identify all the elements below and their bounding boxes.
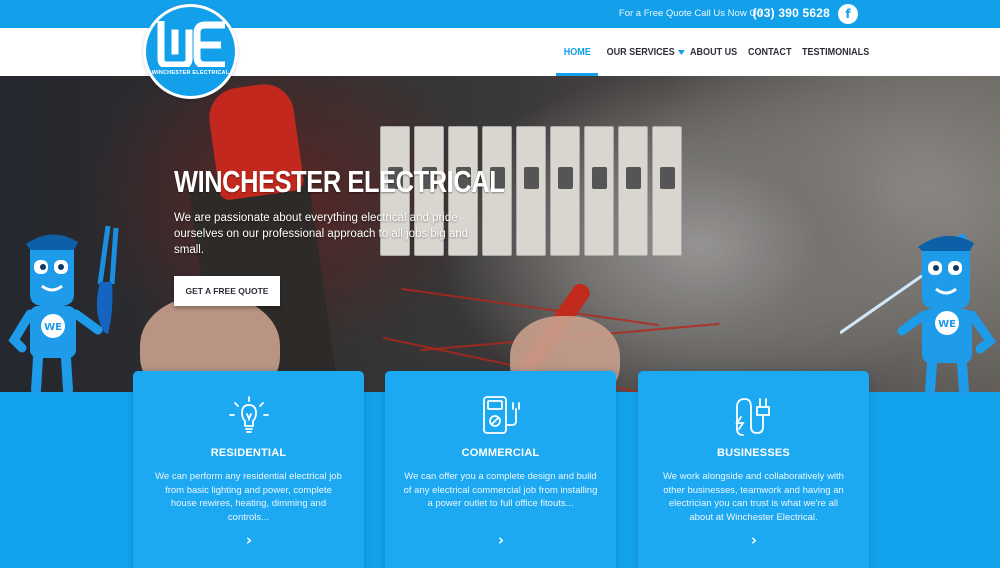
service-card-residential[interactable]: RESIDENTIAL We can perform any residenti… [133, 371, 364, 568]
multimeter-icon [483, 396, 520, 434]
chevron-right-icon[interactable]: › [491, 531, 511, 549]
breaker-image [652, 126, 682, 256]
card-title: RESIDENTIAL [210, 447, 287, 459]
nav-contact[interactable]: CONTACT [748, 28, 794, 76]
electrician-mascot-right-icon: WE [840, 234, 997, 395]
service-card-businesses[interactable]: BUSINESSES We work alongside and collabo… [638, 371, 869, 568]
we-logo-mark-icon [157, 21, 225, 67]
nav-testimonials[interactable]: TESTIMONIALS [802, 28, 869, 76]
svg-text:WE: WE [44, 322, 62, 333]
quote-call-text: For a Free Quote Call Us Now On [618, 8, 762, 19]
top-bar: For a Free Quote Call Us Now On (03) 390… [0, 0, 1000, 28]
chevron-down-icon [678, 49, 686, 55]
card-title: BUSINESSES [717, 447, 790, 459]
card-description: We can offer you a complete design and b… [403, 471, 598, 509]
nav-home[interactable]: HOME [556, 28, 592, 76]
card-description: We work alongside and collaboratively wi… [663, 471, 844, 523]
hero-content: WINCHESTER ELECTRICAL We are passionate … [174, 164, 577, 306]
phone-number-link[interactable]: (03) 390 5628 [753, 6, 830, 20]
electrician-mascot-left-icon: WE [8, 225, 119, 394]
site-logo[interactable]: WINCHESTER ELECTRICAL [143, 4, 238, 99]
chevron-right-icon[interactable]: › [239, 531, 259, 549]
lightbulb-icon [229, 396, 269, 433]
nav-contact-label: CONTACT [748, 46, 792, 58]
svg-text:WE: WE [938, 319, 956, 330]
plug-icon [735, 398, 770, 436]
nav-testimonials-label: TESTIMONIALS [802, 46, 870, 58]
card-description: We can perform any residential electrica… [155, 471, 342, 523]
service-card-commercial[interactable]: COMMERCIAL We can offer you a complete d… [385, 371, 616, 568]
logo-tagline: WINCHESTER ELECTRICAL [151, 70, 230, 76]
main-nav: HOME OUR SERVICES ABOUT US CONTACT TESTI… [556, 28, 872, 76]
hero-description: We are passionate about everything elect… [174, 212, 469, 256]
breaker-image [618, 126, 648, 256]
chevron-right-icon[interactable]: › [744, 531, 764, 549]
hero-title: WINCHESTER ELECTRICAL [174, 164, 505, 199]
nav-about-us[interactable]: ABOUT US [690, 28, 740, 76]
card-title: COMMERCIAL [461, 447, 540, 459]
nav-home-label: HOME [563, 46, 591, 58]
nav-about-us-label: ABOUT US [690, 46, 738, 58]
facebook-icon[interactable]: f [838, 4, 858, 24]
breaker-image [584, 126, 614, 256]
get-free-quote-button[interactable]: GET A FREE QUOTE [174, 276, 280, 306]
nav-our-services-label: OUR SERVICES [606, 46, 675, 58]
nav-our-services[interactable]: OUR SERVICES [598, 28, 686, 76]
